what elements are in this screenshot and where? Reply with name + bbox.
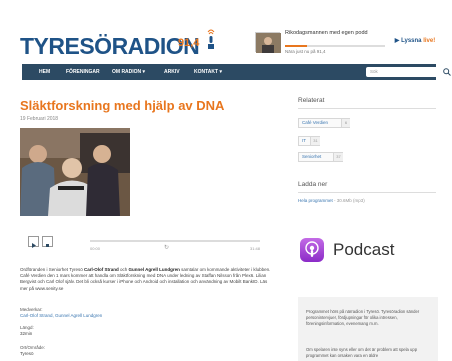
now-playing-title[interactable]: Rikodagsmannen med egen podd (285, 30, 385, 37)
nav-item-arkiv[interactable]: ARKIV (164, 64, 180, 80)
person-2: Gunnel Agrell Lundgren (128, 267, 180, 272)
search-input[interactable]: Sök (366, 67, 446, 77)
play-icon (32, 243, 36, 248)
main-nav: HEM FÖRENINGAR OM RADION ▾ ARKIV KONTAKT… (22, 64, 451, 80)
search-icon[interactable] (442, 67, 452, 77)
logo-frequency: 91,4 (178, 37, 200, 49)
listen-label: Lyssna (401, 38, 422, 44)
length-value: 32min (20, 331, 33, 336)
info-box: Programmet hörs på närradion i Tyresö. T… (298, 297, 438, 361)
elapsed-time: 00:00 (90, 246, 101, 251)
info-text-1: Programmet hörs på närradion i Tyresö. T… (306, 309, 420, 326)
article-title: Släktforskning med hjälp av DNA (20, 98, 225, 113)
nav-item-foreningar[interactable]: FÖRENINGAR (66, 64, 100, 80)
site-header: TYRESÖRADION 91,4 Rikodagsmannen med ege… (0, 0, 452, 62)
nav-item-om-radion[interactable]: OM RADION ▾ (112, 64, 145, 80)
related-heading: Relaterat (298, 97, 325, 104)
length-label: Längd: (20, 325, 34, 330)
tag-it[interactable]: IT 31 (298, 136, 320, 146)
article-date: 19 Februari 2018 (20, 116, 59, 122)
audio-player: 00:00 ↻ 31:48 (20, 231, 278, 253)
download-heading: Ladda ner (298, 181, 328, 188)
replay-icon[interactable]: ↻ (164, 244, 169, 251)
now-playing-progress (285, 45, 385, 47)
nav-item-kontakt[interactable]: KONTAKT ▾ (194, 64, 222, 80)
download-divider (298, 192, 436, 193)
download-link[interactable]: Hela programmet - 30.6Mb (mp3) (298, 198, 365, 203)
person-1: Carl-Olof Strand (83, 267, 119, 272)
total-duration: 31:48 (250, 246, 261, 251)
now-playing-thumbnail[interactable] (255, 32, 281, 53)
play-button[interactable] (28, 236, 39, 248)
tag-cafe-verdien[interactable]: Café Verdien 6 (298, 118, 350, 128)
nav-item-home[interactable]: HEM (39, 64, 50, 80)
article-description: Ordföranden i Seniorhet Tyresö Carl-Olof… (20, 267, 271, 291)
article-photo (20, 128, 130, 216)
podcast-icon[interactable] (300, 238, 324, 262)
related-divider (298, 108, 436, 109)
site-logo[interactable]: TYRESÖRADION (20, 33, 200, 60)
area-label: Ort/Område: (20, 345, 46, 350)
stop-icon (46, 244, 49, 247)
podcast-label[interactable]: Podcast (333, 240, 394, 260)
microphone-icon (207, 29, 215, 49)
tag-seniorhet[interactable]: Seniorhet 37 (298, 152, 343, 162)
info-text-2: Om spelaren inte syns eller om det är pr… (306, 347, 418, 358)
now-playing-subtitle: Nära just nu på 91,4 (285, 49, 326, 54)
listen-live-button[interactable]: ▶ Lyssna live! (385, 33, 445, 50)
participants-label: Medverkar: (20, 307, 43, 312)
live-label: live! (423, 38, 436, 44)
playback-scrubber[interactable] (90, 240, 260, 242)
stop-button[interactable] (42, 236, 53, 247)
area-value: Tyresö (20, 351, 34, 356)
participants-value[interactable]: Carl-Olof Strand, Gunnel Agrell Lundgren (20, 313, 102, 318)
